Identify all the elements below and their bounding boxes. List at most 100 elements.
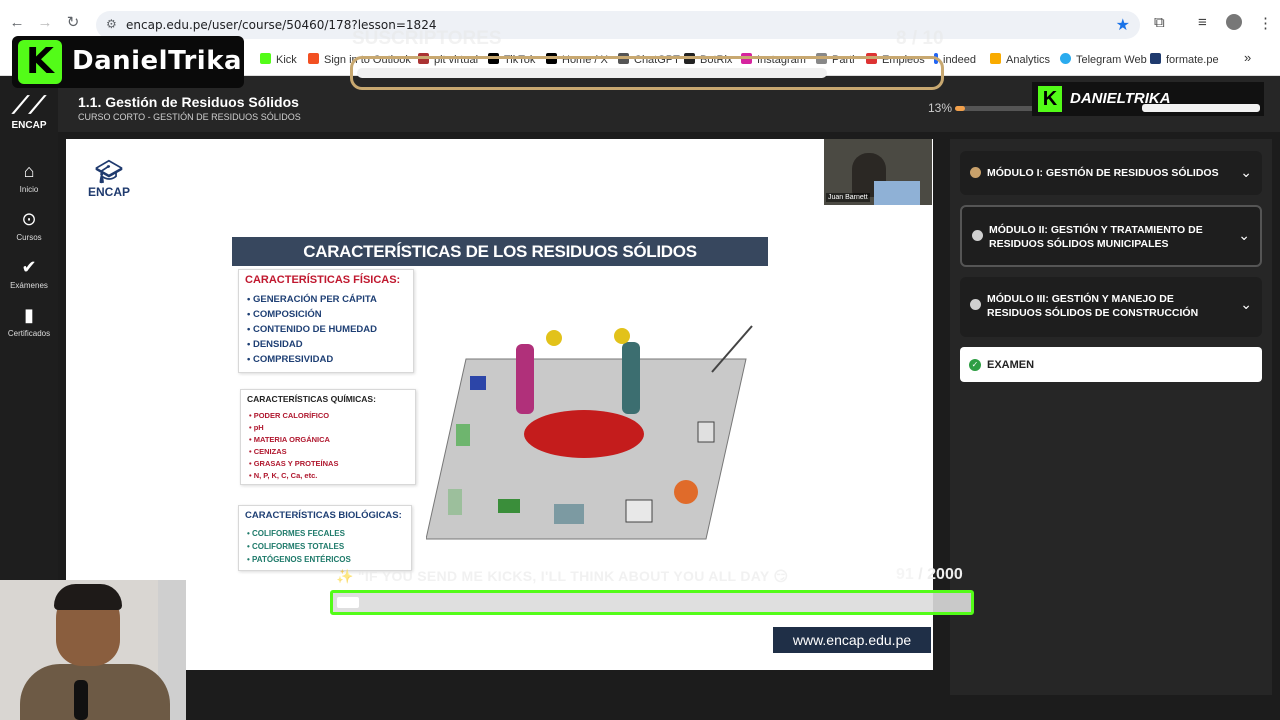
- kicks-goal-bar: [330, 590, 974, 615]
- play-circle-icon: ⊙: [21, 209, 37, 229]
- nav-label: Exámenes: [10, 281, 48, 290]
- kick-logo-icon: K: [1038, 86, 1062, 112]
- reload-icon[interactable]: ↻: [64, 14, 82, 32]
- list-item: DENSIDAD: [247, 337, 413, 352]
- menu-icon[interactable]: ⋮: [1258, 14, 1273, 32]
- module-title: MÓDULO II: GESTIÓN Y TRATAMIENTO DE RESI…: [989, 224, 1203, 250]
- list-item: COMPRESIVIDAD: [247, 352, 413, 367]
- exam-label: EXAMEN: [987, 359, 1035, 371]
- bookmark-analytics[interactable]: Analytics: [990, 53, 1050, 66]
- waste-item: [448, 489, 462, 515]
- module-complete-icon: [970, 167, 981, 178]
- course-subtitle: CURSO CORTO - GESTIÓN DE RESIDUOS SÓLIDO…: [78, 112, 301, 122]
- physical-heading: CARACTERÍSTICAS FÍSICAS:: [245, 274, 401, 286]
- module-title: MÓDULO I: GESTIÓN DE RESIDUOS SÓLIDOS: [987, 167, 1219, 179]
- module-3[interactable]: MÓDULO III: GESTIÓN Y MANEJO DE RESIDUOS…: [960, 277, 1262, 337]
- waste-item: [697, 421, 715, 443]
- physical-characteristics-box: CARACTERÍSTICAS FÍSICAS: GENERACIÓN PER …: [238, 269, 414, 373]
- module-1[interactable]: MÓDULO I: GESTIÓN DE RESIDUOS SÓLIDOS ⌄: [960, 151, 1262, 195]
- address-bar[interactable]: ⚙ encap.edu.pe/user/course/50460/178?les…: [96, 11, 1140, 39]
- streamer-badge-overlay: K DANIELTRIKA: [1032, 82, 1264, 116]
- streamer-body: [20, 664, 170, 720]
- worker-left: [516, 344, 534, 414]
- microphone: [74, 680, 88, 720]
- kicks-message-text: "IF YOU SEND ME KICKS, I'LL THINK ABOUT …: [357, 568, 770, 584]
- worker-right: [622, 342, 640, 414]
- list-item: COMPOSICIÓN: [247, 307, 413, 322]
- streamer-name: DanielTrika: [72, 46, 243, 76]
- back-icon[interactable]: ←: [8, 14, 26, 32]
- list-item: CONTENIDO DE HUMEDAD: [247, 322, 413, 337]
- presenter-name: Juan Barnett: [826, 193, 870, 202]
- nav-label: Inicio: [19, 185, 39, 194]
- chevron-down-icon[interactable]: ⌄: [1240, 296, 1252, 313]
- chevron-down-icon[interactable]: ⌄: [1240, 164, 1252, 181]
- site-info-icon[interactable]: ⚙: [106, 17, 117, 31]
- streamer-logo-overlay: K DanielTrika: [12, 36, 244, 88]
- helmet-left: [546, 330, 562, 346]
- exam-item[interactable]: ✓ EXAMEN: [960, 347, 1262, 382]
- slide-encap-logo: 🎓︎ ENCAP: [86, 159, 132, 199]
- waste-item: [674, 480, 698, 504]
- list-item: PODER CALORÍFICO: [249, 410, 415, 422]
- waste-item: [554, 504, 584, 524]
- list-item: PATÓGENOS ENTÉRICOS: [247, 553, 411, 566]
- chemical-characteristics-box: CARACTERÍSTICAS QUÍMICAS: PODER CALORÍFI…: [240, 389, 416, 485]
- module-title: MÓDULO III: GESTIÓN Y MANEJO DE RESIDUOS…: [987, 293, 1199, 319]
- check-circle-icon: ✓: [969, 359, 981, 371]
- encap-sidebar-logo[interactable]: ⟋⟋ ENCAP: [8, 92, 50, 131]
- list-item: pH: [249, 422, 415, 434]
- graduation-cap-icon: 🎓︎: [95, 159, 123, 184]
- forward-icon[interactable]: →: [36, 14, 54, 32]
- extensions-icon[interactable]: ⧉: [1154, 14, 1165, 31]
- modules-panel: MÓDULO I: GESTIÓN DE RESIDUOS SÓLIDOS ⌄ …: [950, 139, 1272, 695]
- module-status-icon: [972, 230, 983, 241]
- module-2[interactable]: MÓDULO II: GESTIÓN Y TRATAMIENTO DE RESI…: [960, 205, 1262, 267]
- bookmark-kick[interactable]: Kick: [260, 53, 297, 66]
- bookmark-star-icon[interactable]: ★: [1116, 15, 1130, 35]
- waste-item: [625, 499, 653, 523]
- sub-goal-count: 8 / 10: [896, 28, 944, 49]
- biological-characteristics-box: CARACTERÍSTICAS BIOLÓGICAS: COLIFORMES F…: [238, 505, 412, 571]
- presenter-camera: Juan Barnett: [824, 139, 932, 205]
- sub-goal-fill: [357, 68, 827, 78]
- kicks-goal-fill: [337, 597, 359, 608]
- helmet-right: [614, 328, 630, 344]
- bookmark-formate[interactable]: formate.pe: [1150, 53, 1219, 66]
- check-icon: ✔: [21, 257, 37, 277]
- kicks-goal-message: ✨ "IF YOU SEND ME KICKS, I'LL THINK ABOU…: [336, 568, 789, 584]
- nav-label: Cursos: [16, 233, 42, 242]
- chemical-heading: CARACTERÍSTICAS QUÍMICAS:: [247, 394, 376, 404]
- badge-bar: [1142, 104, 1260, 112]
- nav-certificados[interactable]: ▮ Certificados: [0, 304, 58, 338]
- list-item: COLIFORMES TOTALES: [247, 540, 411, 553]
- sidebar-logo-text: ENCAP: [11, 120, 47, 131]
- waste-workers-illustration: [426, 325, 753, 540]
- home-icon: ⌂: [23, 161, 35, 181]
- kicks-target: / 2000: [918, 566, 963, 583]
- nav-examenes[interactable]: ✔ Exámenes: [0, 256, 58, 290]
- streamer-hair: [54, 584, 122, 610]
- nav-inicio[interactable]: ⌂ Inicio: [0, 160, 58, 194]
- chevron-down-icon[interactable]: ⌄: [1238, 227, 1250, 244]
- list-item: GENERACIÓN PER CÁPITA: [247, 292, 413, 307]
- list-item: MATERIA ORGÁNICA: [249, 434, 415, 446]
- progress-fill: [955, 106, 966, 111]
- sub-goal-label: SUSCRIPTORES: [352, 28, 502, 49]
- list-item: N, P, K, C, Ca, etc.: [249, 470, 415, 482]
- bookmark-icon: ▮: [24, 305, 34, 325]
- bookmark-telegram[interactable]: Telegram Web: [1060, 53, 1147, 66]
- waste-pile: [524, 410, 644, 458]
- list-item: CENIZAS: [249, 446, 415, 458]
- presenter-shirt: [874, 181, 920, 205]
- sub-goal-bar: [350, 56, 944, 90]
- biological-heading: CARACTERÍSTICAS BIOLÓGICAS:: [245, 510, 402, 521]
- course-title: 1.1. Gestión de Residuos Sólidos: [78, 94, 299, 110]
- module-status-icon: [970, 299, 981, 310]
- nav-cursos[interactable]: ⊙ Cursos: [0, 208, 58, 242]
- profile-avatar[interactable]: [1226, 14, 1242, 30]
- more-bookmarks-icon[interactable]: »: [1244, 50, 1251, 65]
- media-icon[interactable]: ≡: [1198, 14, 1207, 31]
- encap-logo-icon: ⟋⟋: [12, 92, 46, 119]
- course-progress-bar: [955, 106, 1035, 111]
